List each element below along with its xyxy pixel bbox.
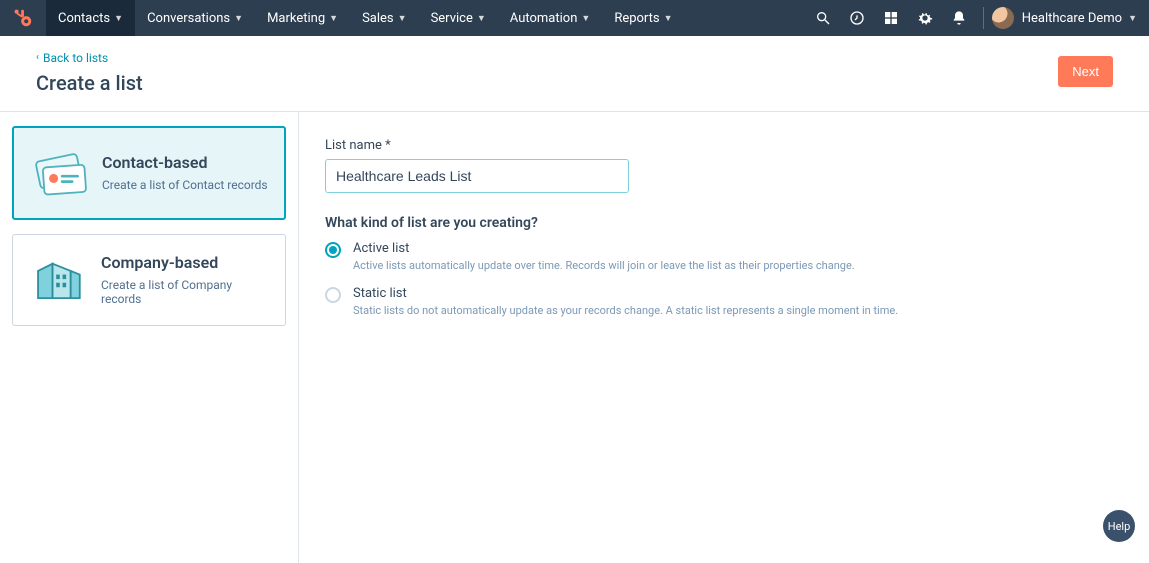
nav-label: Marketing [267,11,325,26]
nav-label: Contacts [58,11,110,26]
subheader: ‹ Back to lists Create a list Next [0,36,1149,112]
chevron-down-icon: ▼ [329,13,338,24]
activity-icon[interactable] [849,10,865,26]
nav-items: Contacts ▼ Conversations ▼ Marketing ▼ Sale… [46,0,685,36]
radio-title: Static list [353,286,898,301]
basis-card-desc: Create a list of Contact records [102,178,268,192]
search-icon[interactable] [815,10,831,26]
basis-card-title: Company-based [101,253,269,272]
required-asterisk: * [385,138,391,153]
nav-automation[interactable]: Automation▼ [498,0,603,36]
nav-sales[interactable]: Sales ▼ [350,0,418,36]
nav-service[interactable]: Service ▼ [419,0,498,36]
chevron-down-icon: ▼ [234,13,243,24]
next-button[interactable]: Next [1058,56,1113,87]
list-name-label: List name * [325,138,1123,153]
radio-row-active[interactable]: Active list Active lists automatically u… [325,241,1123,272]
back-label: Back to lists [43,51,108,65]
basis-card-desc: Create a list of Company records [101,278,269,306]
bell-icon[interactable] [951,10,967,26]
marketplace-icon[interactable] [883,10,899,26]
back-to-lists-link[interactable]: ‹ Back to lists [36,51,108,65]
avatar [992,7,1014,29]
list-kind-heading: What kind of list are you creating? [325,215,1123,231]
chevron-down-icon: ▼ [1128,13,1137,24]
nav-utility-icons [815,10,967,26]
radio-row-static[interactable]: Static list Static lists do not automati… [325,286,1123,317]
hubspot-logo-icon[interactable] [12,7,34,29]
page-title: Create a list [36,71,1058,95]
form-pane: List name * What kind of list are you cr… [299,112,1149,563]
nav-reports[interactable]: Reports ▼ [602,0,684,36]
radio-title: Active list [353,241,855,256]
companies-icon [29,251,87,309]
account-name: Healthcare Demo [1022,11,1122,26]
radio-static-list[interactable] [325,287,341,303]
basis-card-title: Contact-based [102,153,268,172]
content: Contact-based Create a list of Contact r… [0,112,1149,563]
contacts-icon [30,144,88,202]
nav-divider [983,7,984,29]
nav-label: Reports [614,11,659,26]
nav-label: Service [431,11,473,26]
nav-conversations[interactable]: Conversations ▼ [135,0,255,36]
list-name-input[interactable] [325,159,629,193]
basis-pane: Contact-based Create a list of Contact r… [0,112,299,563]
chevron-down-icon: ▼ [477,13,486,24]
radio-desc: Static lists do not automatically update… [353,304,898,317]
chevron-left-icon: ‹ [36,52,39,63]
help-button[interactable]: Help [1103,510,1135,542]
radio-desc: Active lists automatically update over t… [353,259,855,272]
chevron-down-icon: ▼ [398,13,407,24]
basis-card-company[interactable]: Company-based Create a list of Company r… [12,234,286,326]
basis-card-contact[interactable]: Contact-based Create a list of Contact r… [12,126,286,220]
nav-label: Conversations [147,11,230,26]
chevron-down-icon: ▼ [664,13,673,24]
nav-label: Automation [510,11,578,26]
nav-marketing[interactable]: Marketing ▼ [255,0,350,36]
chevron-down-icon: ▼ [114,13,123,24]
account-menu[interactable]: Healthcare Demo ▼ [992,7,1137,29]
chevron-down-icon: ▼ [581,13,590,24]
radio-active-list[interactable] [325,242,341,258]
nav-label: Sales [362,11,394,26]
gear-icon[interactable] [917,10,933,26]
nav-contacts[interactable]: Contacts ▼ [46,0,135,36]
top-nav: Contacts ▼ Conversations ▼ Marketing ▼ Sale… [0,0,1149,36]
